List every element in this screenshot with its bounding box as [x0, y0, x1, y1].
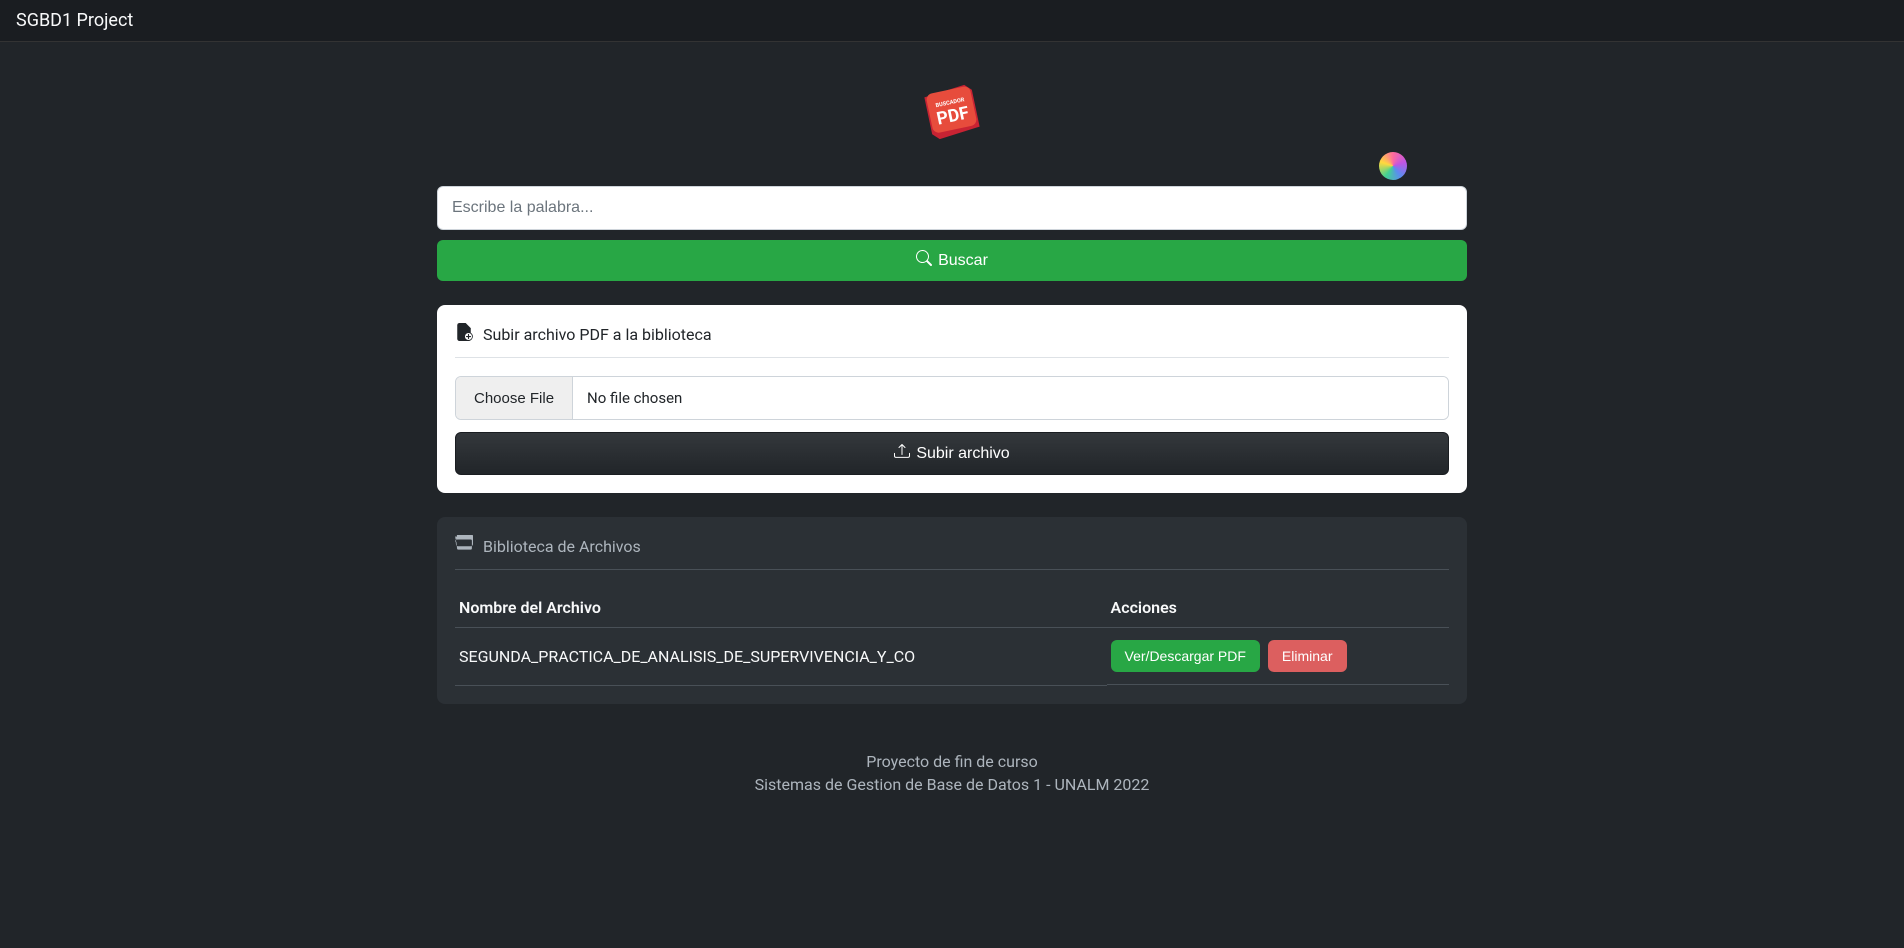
file-upload-icon [455, 323, 473, 345]
column-actions: Acciones [1107, 588, 1449, 628]
library-title-text: Biblioteca de Archivos [483, 537, 641, 556]
upload-button-label: Subir archivo [916, 445, 1009, 463]
upload-icon [894, 443, 910, 464]
navbar: SGBD1 Project [0, 0, 1904, 42]
color-orb-icon [1379, 152, 1407, 180]
pdf-logo-icon: BUSCADOR PDF [912, 72, 992, 152]
upload-submit-button[interactable]: Subir archivo [455, 432, 1449, 475]
view-download-button[interactable]: Ver/Descargar PDF [1111, 640, 1260, 672]
library-card: Biblioteca de Archivos Nombre del Archiv… [437, 517, 1467, 704]
choose-file-button[interactable]: Choose File [456, 377, 573, 419]
file-name-cell: SEGUNDA_PRACTICA_DE_ANALISIS_DE_SUPERVIV… [455, 628, 1107, 686]
delete-button[interactable]: Eliminar [1268, 640, 1347, 672]
library-table: Nombre del Archivo Acciones SEGUNDA_PRAC… [455, 588, 1449, 686]
footer-line-2: Sistemas de Gestion de Base de Datos 1 -… [437, 775, 1467, 794]
search-input[interactable] [437, 186, 1467, 230]
upload-card-title: Subir archivo PDF a la biblioteca [455, 323, 1449, 358]
footer-line-1: Proyecto de fin de curso [437, 752, 1467, 771]
search-button[interactable]: Buscar [437, 240, 1467, 281]
file-input-group: Choose File No file chosen [455, 376, 1449, 420]
search-section: Buscar [437, 186, 1467, 281]
footer: Proyecto de fin de curso Sistemas de Ges… [437, 728, 1467, 838]
file-status-text: No file chosen [573, 377, 1448, 419]
library-card-title: Biblioteca de Archivos [455, 535, 1449, 570]
search-button-label: Buscar [938, 252, 988, 270]
logo-section: BUSCADOR PDF [437, 42, 1467, 186]
upload-card: Subir archivo PDF a la biblioteca Choose… [437, 305, 1467, 493]
column-filename: Nombre del Archivo [455, 588, 1107, 628]
search-icon [916, 250, 932, 271]
brand-link[interactable]: SGBD1 Project [16, 10, 133, 31]
folder-icon [455, 535, 473, 557]
upload-title-text: Subir archivo PDF a la biblioteca [483, 325, 712, 344]
table-row: SEGUNDA_PRACTICA_DE_ANALISIS_DE_SUPERVIV… [455, 628, 1449, 686]
